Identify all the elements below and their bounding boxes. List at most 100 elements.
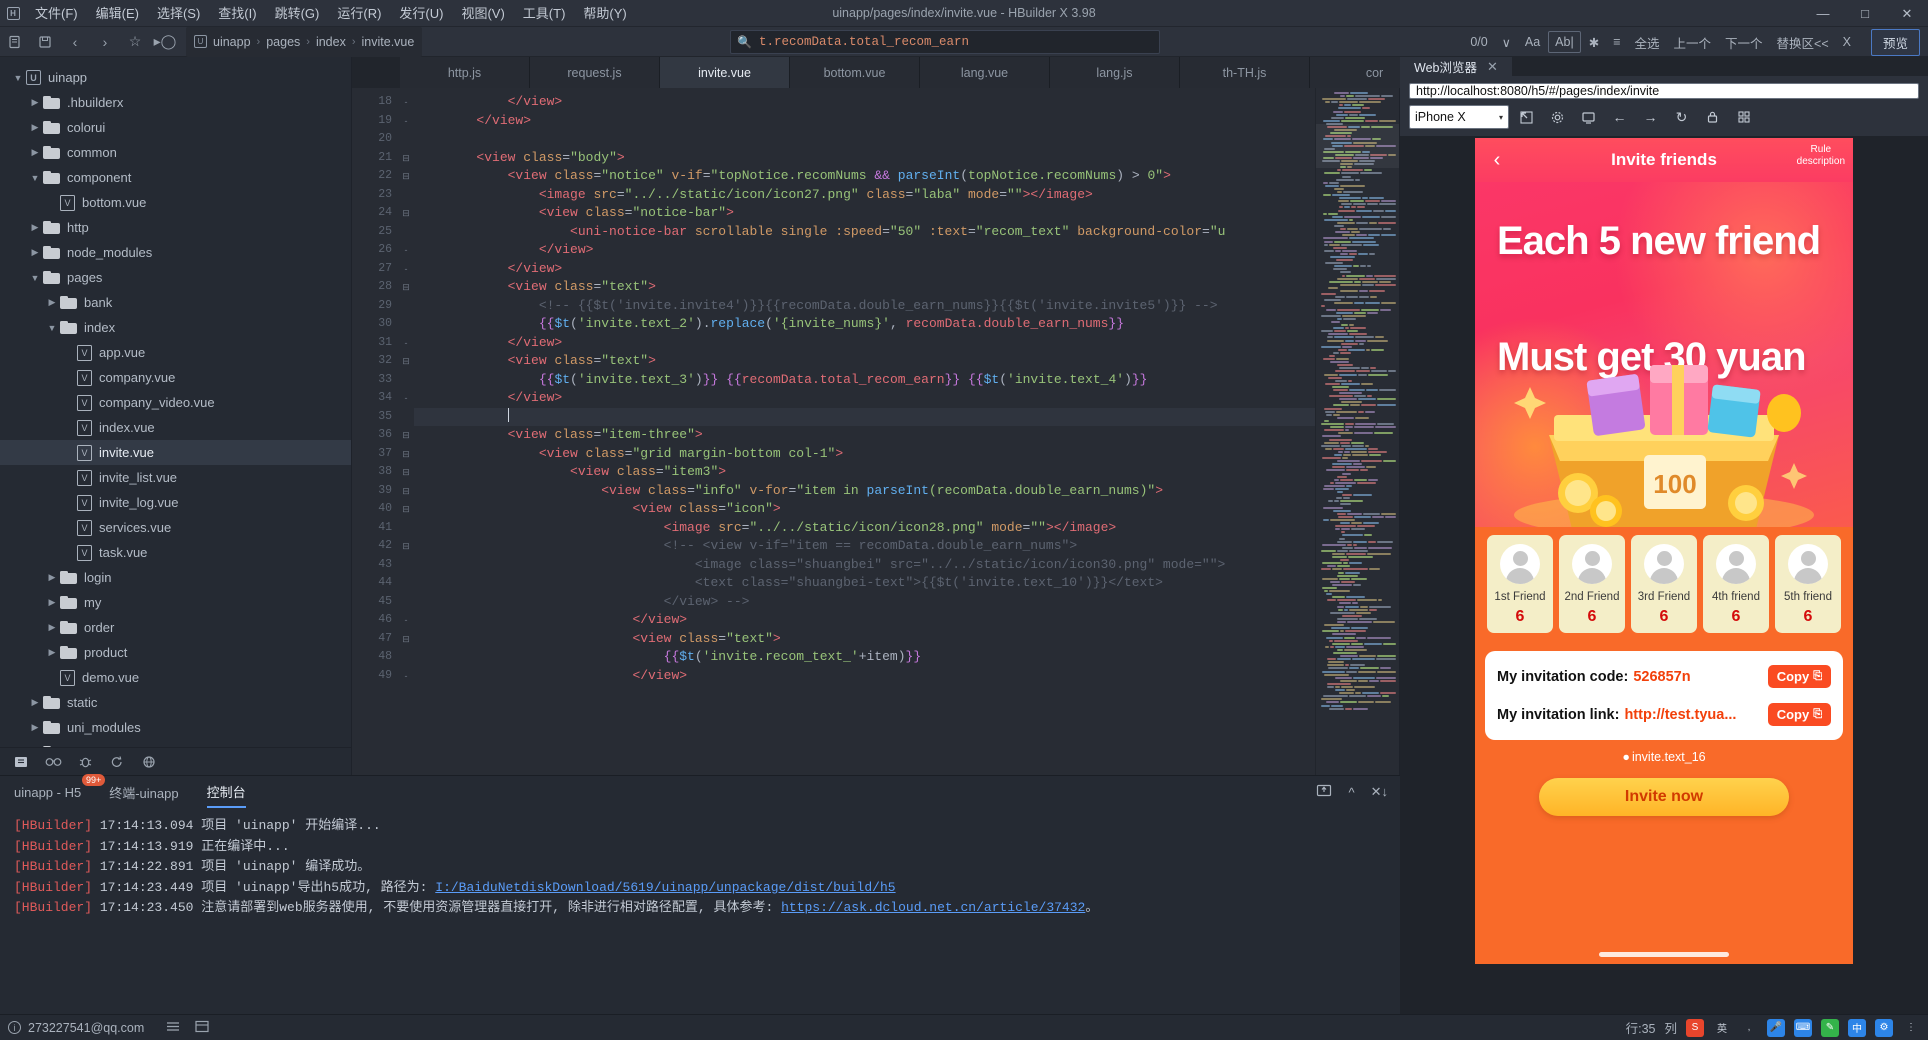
export-icon[interactable] [1316, 783, 1332, 801]
code-content[interactable]: </view> </view> <view class="body"> <vie… [414, 88, 1399, 775]
in-selection-toggle[interactable]: ≡ [1607, 32, 1626, 52]
fold-marker[interactable]: - [398, 241, 414, 260]
fold-marker[interactable]: - [398, 667, 414, 686]
find-next-button[interactable]: 下一个 [1719, 30, 1769, 55]
fold-marker[interactable]: ⊟ [398, 204, 414, 223]
chevron-down-icon[interactable]: ▼ [27, 173, 43, 183]
ime-icon[interactable]: S [1686, 1018, 1704, 1037]
whole-word-toggle[interactable]: Ab| [1548, 31, 1581, 53]
fold-marker[interactable]: - [398, 389, 414, 408]
fold-marker[interactable]: ⊟ [398, 445, 414, 464]
minimize-button[interactable]: — [1802, 0, 1844, 27]
close-icon[interactable]: ✕ [1487, 59, 1498, 75]
chevron-right-icon[interactable]: ▶ [27, 722, 43, 733]
copy-link-button[interactable]: Copy ⎘ [1767, 703, 1831, 726]
console-line-link[interactable]: https://ask.dcloud.net.cn/article/37432 [781, 900, 1085, 915]
find-input[interactable]: 🔍 t.recomData.total_recom_earn [730, 30, 1160, 54]
editor-tab-lang-vue[interactable]: lang.vue [920, 57, 1050, 88]
copy-code-button[interactable]: Copy ⎘ [1767, 665, 1831, 688]
chevron-right-icon[interactable]: ▶ [27, 697, 43, 708]
tree-node-pages[interactable]: ▼ pages [0, 265, 351, 290]
close-find-button[interactable]: X [1837, 32, 1857, 52]
tree-node-login[interactable]: ▶ login [0, 565, 351, 590]
tree-node-services-vue[interactable]: ▶Vservices.vue [0, 515, 351, 540]
more-icon[interactable]: ⋮ [1902, 1019, 1920, 1037]
console-tab-1[interactable]: 终端-uinapp [109, 776, 178, 808]
device-select[interactable]: iPhone X ▾ [1409, 105, 1509, 129]
rule-description-link[interactable]: Rule description [1797, 144, 1845, 168]
friend-card[interactable]: 4th friend 6 [1703, 535, 1769, 633]
forward-icon[interactable]: › [90, 27, 120, 57]
explorer-icon[interactable] [6, 749, 36, 775]
tree-node-order[interactable]: ▶ order [0, 615, 351, 640]
fold-marker[interactable]: ⊟ [398, 537, 414, 556]
chevron-right-icon[interactable]: ▶ [44, 297, 60, 308]
console-output[interactable]: [HBuilder] 17:14:13.094 项目 'uinapp' 开始编译… [0, 808, 1400, 1040]
replace-toggle-button[interactable]: 替换区<< [1771, 30, 1835, 55]
tree-node-invite-log-vue[interactable]: ▶Vinvite_log.vue [0, 490, 351, 515]
run-icon[interactable]: ▸◯ [150, 27, 180, 57]
menu-item-7[interactable]: 视图(V) [452, 0, 513, 27]
tree-node-company-video-vue[interactable]: ▶Vcompany_video.vue [0, 390, 351, 415]
case-sensitive-toggle[interactable]: Aa [1519, 32, 1546, 52]
menu-item-3[interactable]: 查找(I) [209, 0, 265, 27]
code-area[interactable]: 18 19 20 21 22 23 24 25 26 27 28 29 30 31 32 33 34 35 36 37… [352, 88, 1399, 775]
fold-marker[interactable]: ⊟ [398, 630, 414, 649]
fold-marker[interactable]: - [398, 112, 414, 131]
collapse-icon[interactable]: ^ [1348, 785, 1354, 800]
friend-card[interactable]: 1st Friend 6 [1487, 535, 1553, 633]
menu-item-6[interactable]: 发行(U) [390, 0, 452, 27]
tree-node-task-vue[interactable]: ▶Vtask.vue [0, 540, 351, 565]
fold-marker[interactable]: ⊟ [398, 426, 414, 445]
menu-item-2[interactable]: 选择(S) [148, 0, 209, 27]
chevron-right-icon[interactable]: ▶ [27, 247, 43, 258]
console-tab-2[interactable]: 控制台 [206, 776, 246, 808]
chevron-right-icon[interactable]: ▶ [44, 647, 60, 658]
tree-node-common[interactable]: ▶ common [0, 140, 351, 165]
layout-icon[interactable] [195, 1020, 209, 1036]
device-icon[interactable] [1575, 105, 1602, 129]
editor-tab-request-js[interactable]: request.js [530, 57, 660, 88]
tree-node-unpackage[interactable]: ▼unpackage [0, 740, 351, 747]
tree-node-uni-modules[interactable]: ▶ uni_modules [0, 715, 351, 740]
reload-icon[interactable]: ↻ [1668, 105, 1695, 129]
invite-now-button[interactable]: Invite now [1539, 778, 1789, 816]
lock-icon[interactable] [1699, 105, 1726, 129]
chevron-right-icon[interactable]: ▶ [27, 122, 43, 133]
gear-icon[interactable] [1544, 105, 1571, 129]
tree-node-node-modules[interactable]: ▶ node_modules [0, 240, 351, 265]
tree-node-uinapp[interactable]: ▼ Uuinapp [0, 65, 351, 90]
menu-item-9[interactable]: 帮助(Y) [574, 0, 635, 27]
git-icon[interactable] [102, 749, 132, 775]
tree-node-invite-vue[interactable]: ▶Vinvite.vue [0, 440, 351, 465]
minimap-viewport[interactable] [1316, 124, 1399, 168]
fold-marker[interactable]: - [398, 93, 414, 112]
preview-url-input[interactable]: http://localhost:8080/h5/#/pages/index/i… [1409, 83, 1919, 99]
editor-tab-invite-vue[interactable]: invite.vue [660, 57, 790, 88]
find-prev-button[interactable]: 上一个 [1668, 30, 1718, 55]
chevron-right-icon[interactable]: ▶ [27, 97, 43, 108]
chevron-right-icon[interactable]: ▶ [44, 622, 60, 633]
fold-marker[interactable]: ⊟ [398, 167, 414, 186]
console-tab-0[interactable]: uinapp - H5 99+ [14, 774, 106, 808]
fold-marker[interactable]: ⊟ [398, 278, 414, 297]
console-line-link[interactable]: I:/BaiduNetdiskDownload/5619/uinapp/unpa… [435, 880, 895, 895]
editor-tab-bottom-vue[interactable]: bottom.vue [790, 57, 920, 88]
chevron-down-icon[interactable]: ▼ [10, 73, 26, 83]
mic-icon[interactable]: 🎤 [1767, 1018, 1785, 1037]
tree-node-product[interactable]: ▶ product [0, 640, 351, 665]
fold-marker[interactable]: ⊟ [398, 500, 414, 519]
minimap[interactable] [1315, 88, 1399, 775]
clear-icon[interactable]: ✕↓ [1371, 784, 1388, 800]
friend-card[interactable]: 2nd Friend 6 [1559, 535, 1625, 633]
menu-item-5[interactable]: 运行(R) [328, 0, 390, 27]
fold-marker[interactable]: ⊟ [398, 463, 414, 482]
tree-node-http[interactable]: ▶ http [0, 215, 351, 240]
new-file-icon[interactable] [0, 27, 30, 57]
tree-node-static[interactable]: ▶ static [0, 690, 351, 715]
menu-item-1[interactable]: 编辑(E) [87, 0, 148, 27]
fold-gutter[interactable]: - - ⊟ ⊟ ⊟ - - ⊟ - ⊟ - ⊟ ⊟ ⊟ ⊟ ⊟ ⊟ - ⊟ - [398, 88, 414, 775]
editor-tab-http-js[interactable]: http.js [400, 57, 530, 88]
menu-item-4[interactable]: 跳转(G) [266, 0, 329, 27]
grid-icon[interactable] [1730, 105, 1757, 129]
